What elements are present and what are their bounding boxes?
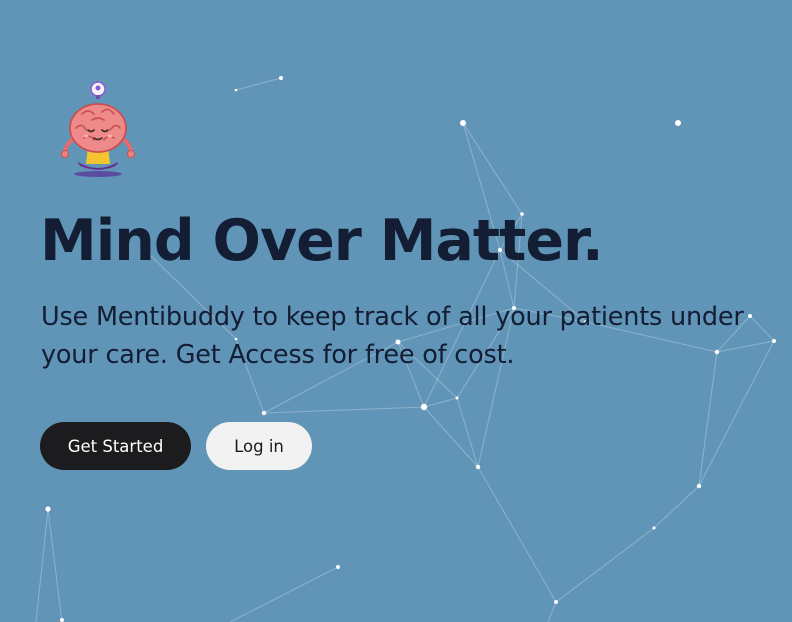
title-strong: Mind <box>40 208 195 274</box>
login-button[interactable]: Log in <box>206 422 312 470</box>
get-started-button[interactable]: Get Started <box>40 422 191 470</box>
meditating-brain-mascot-icon <box>61 81 135 177</box>
hero-subtitle: Use Mentibuddy to keep track of all your… <box>41 302 744 370</box>
page-title: Mind Over Matter. <box>40 206 604 276</box>
hero-section: Mind Over Matter. Use Mentibuddy to keep… <box>0 0 792 622</box>
title-rest: Over Matter. <box>193 208 603 274</box>
